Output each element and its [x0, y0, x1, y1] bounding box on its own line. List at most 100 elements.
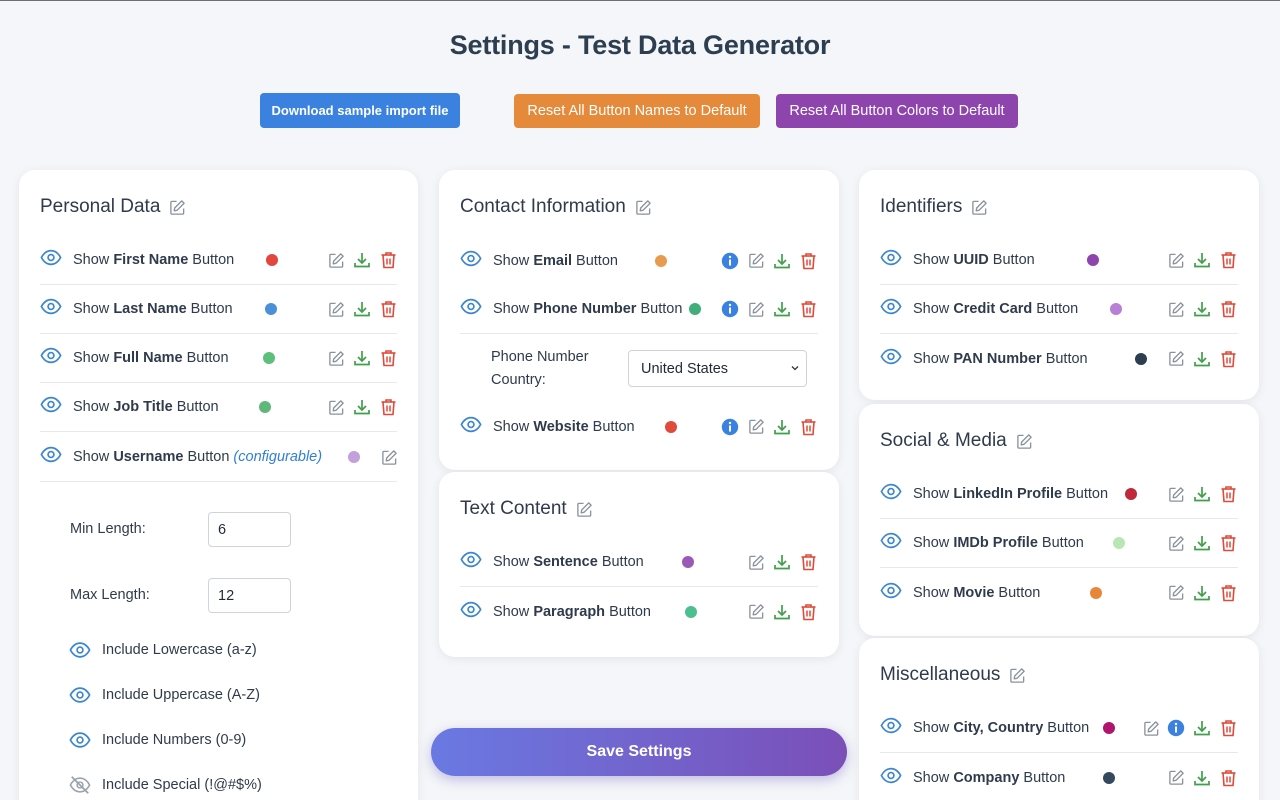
color-dot[interactable] [682, 556, 694, 568]
color-dot[interactable] [1103, 771, 1115, 784]
trash-icon[interactable] [799, 603, 817, 621]
eye-icon[interactable] [460, 413, 482, 440]
color-dot[interactable] [1103, 722, 1115, 734]
eye-off-icon[interactable] [69, 776, 91, 794]
edit-icon[interactable] [380, 448, 398, 466]
color-dot[interactable] [263, 352, 275, 364]
color-dot[interactable] [1110, 303, 1122, 315]
reset-colors-button[interactable]: Reset All Button Colors to Default [776, 94, 1018, 128]
edit-title-icon[interactable] [576, 501, 593, 518]
download-icon[interactable] [1193, 251, 1211, 269]
eye-icon[interactable] [40, 247, 62, 274]
edit-icon[interactable] [747, 553, 765, 571]
eye-icon[interactable] [880, 481, 902, 508]
edit-icon[interactable] [1167, 251, 1185, 269]
color-dot[interactable] [1125, 488, 1137, 500]
color-dot[interactable] [259, 401, 271, 413]
download-icon[interactable] [1193, 584, 1211, 602]
max-length-input[interactable]: 12 [208, 578, 291, 613]
trash-icon[interactable] [1219, 584, 1237, 602]
trash-icon[interactable] [1219, 719, 1237, 737]
eye-icon[interactable] [460, 296, 482, 323]
eye-icon[interactable] [40, 345, 62, 372]
eye-icon[interactable] [40, 296, 62, 323]
download-icon[interactable] [1193, 300, 1211, 318]
color-dot[interactable] [265, 303, 277, 315]
trash-icon[interactable] [379, 300, 397, 318]
download-icon[interactable] [353, 300, 371, 318]
download-icon[interactable] [773, 603, 791, 621]
trash-icon[interactable] [379, 251, 397, 269]
edit-icon[interactable] [327, 251, 345, 269]
eye-icon[interactable] [880, 715, 902, 742]
edit-icon[interactable] [1167, 485, 1185, 503]
download-icon[interactable] [1193, 485, 1211, 503]
edit-title-icon[interactable] [635, 199, 652, 216]
edit-icon[interactable] [1167, 534, 1185, 552]
download-icon[interactable] [1193, 769, 1211, 787]
edit-icon[interactable] [747, 418, 765, 436]
min-length-input[interactable]: 6 [208, 512, 291, 547]
info-icon[interactable] [721, 252, 739, 270]
download-sample-button[interactable]: Download sample import file [260, 93, 460, 128]
edit-icon[interactable] [1167, 584, 1185, 602]
trash-icon[interactable] [1219, 350, 1237, 368]
color-dot[interactable] [1135, 352, 1147, 365]
color-dot[interactable] [689, 303, 701, 315]
eye-icon[interactable] [460, 247, 482, 274]
eye-icon[interactable] [40, 444, 62, 471]
color-dot[interactable] [266, 254, 278, 266]
color-dot[interactable] [1090, 586, 1102, 599]
eye-icon[interactable] [880, 345, 902, 372]
edit-title-icon[interactable] [971, 199, 988, 216]
eye-icon[interactable] [40, 394, 62, 421]
download-icon[interactable] [773, 418, 791, 436]
eye-icon[interactable] [460, 549, 482, 576]
trash-icon[interactable] [1219, 485, 1237, 503]
edit-icon[interactable] [1167, 300, 1185, 318]
eye-icon[interactable] [880, 296, 902, 323]
color-dot[interactable] [1113, 537, 1125, 549]
info-icon[interactable] [721, 418, 739, 436]
eye-icon[interactable] [69, 686, 91, 704]
trash-icon[interactable] [799, 252, 817, 270]
download-icon[interactable] [1193, 350, 1211, 368]
edit-icon[interactable] [327, 398, 345, 416]
eye-icon[interactable] [460, 598, 482, 625]
color-dot[interactable] [655, 254, 667, 267]
edit-icon[interactable] [1142, 719, 1160, 737]
color-dot[interactable] [1087, 254, 1099, 266]
trash-icon[interactable] [799, 553, 817, 571]
color-dot[interactable] [665, 420, 677, 433]
save-settings-button[interactable]: Save Settings [431, 728, 847, 776]
color-dot[interactable] [685, 605, 697, 618]
edit-icon[interactable] [747, 300, 765, 318]
eye-icon[interactable] [880, 530, 902, 557]
edit-icon[interactable] [327, 349, 345, 367]
eye-icon[interactable] [69, 731, 91, 749]
download-icon[interactable] [773, 252, 791, 270]
download-icon[interactable] [353, 349, 371, 367]
edit-icon[interactable] [1167, 350, 1185, 368]
reset-names-button[interactable]: Reset All Button Names to Default [514, 94, 760, 128]
edit-title-icon[interactable] [169, 199, 186, 216]
eye-icon[interactable] [880, 247, 902, 274]
phone-country-select[interactable]: United States [628, 350, 807, 387]
info-icon[interactable] [721, 300, 739, 318]
edit-icon[interactable] [747, 603, 765, 621]
download-icon[interactable] [1193, 719, 1211, 737]
download-icon[interactable] [353, 251, 371, 269]
trash-icon[interactable] [1219, 534, 1237, 552]
color-dot[interactable] [348, 451, 360, 463]
download-icon[interactable] [773, 300, 791, 318]
edit-title-icon[interactable] [1009, 667, 1026, 684]
edit-icon[interactable] [747, 252, 765, 270]
edit-icon[interactable] [327, 300, 345, 318]
edit-icon[interactable] [1167, 769, 1185, 787]
edit-title-icon[interactable] [1016, 433, 1033, 450]
download-icon[interactable] [773, 553, 791, 571]
eye-icon[interactable] [880, 764, 902, 791]
trash-icon[interactable] [379, 349, 397, 367]
trash-icon[interactable] [799, 300, 817, 318]
eye-icon[interactable] [69, 641, 91, 659]
